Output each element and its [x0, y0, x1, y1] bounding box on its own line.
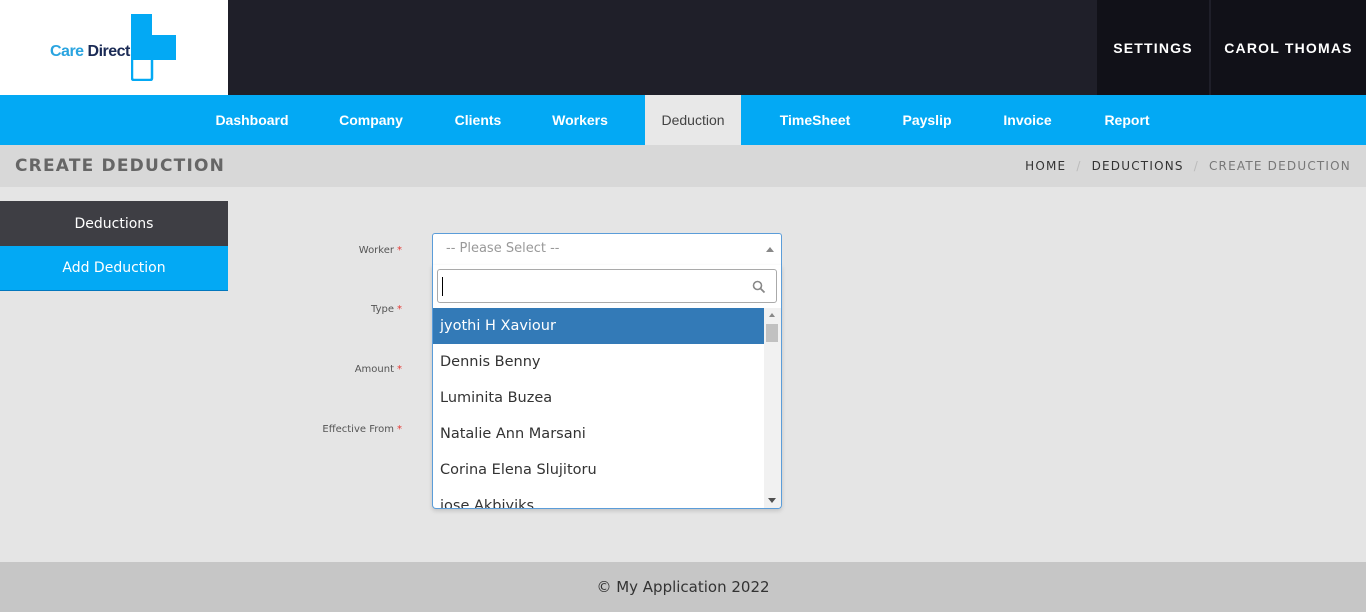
top-header: Care Direct SETTINGS CAROL THOMAS — [0, 0, 1366, 95]
type-label-text: Type — [371, 304, 394, 315]
worker-select-placeholder: -- Please Select -- — [446, 241, 560, 256]
nav-report[interactable]: Report — [1095, 95, 1159, 145]
type-label: Type * — [371, 304, 402, 315]
worker-dropdown: jyothi H Xaviour Dennis Benny Luminita B… — [432, 265, 782, 509]
breadcrumb: HOME / DEDUCTIONS / CREATE DEDUCTION — [1025, 159, 1351, 173]
chevron-up-icon — [766, 247, 774, 252]
effective-from-label-text: Effective From — [322, 424, 394, 435]
nav-deduction[interactable]: Deduction — [645, 95, 741, 145]
nav-dashboard[interactable]: Dashboard — [208, 95, 296, 145]
worker-search-input[interactable] — [444, 270, 744, 300]
worker-option[interactable]: jose Akbiyiks — [433, 488, 764, 508]
search-icon — [752, 280, 766, 294]
sidebar-item-deductions[interactable]: Deductions — [0, 201, 228, 246]
worker-label-text: Worker — [358, 245, 394, 256]
breadcrumb-current: CREATE DEDUCTION — [1208, 159, 1351, 173]
user-menu[interactable]: CAROL THOMAS — [1211, 0, 1366, 95]
nav-company[interactable]: Company — [330, 95, 412, 145]
breadcrumb-separator: / — [1076, 159, 1082, 173]
required-marker: * — [397, 245, 402, 256]
worker-option[interactable]: Dennis Benny — [433, 344, 764, 380]
dropdown-scrollbar[interactable] — [764, 308, 781, 508]
breadcrumb-deductions[interactable]: DEDUCTIONS — [1092, 159, 1184, 173]
amount-label: Amount * — [355, 364, 402, 375]
worker-options-list: jyothi H Xaviour Dennis Benny Luminita B… — [433, 308, 764, 508]
page-title: CREATE DEDUCTION — [15, 156, 226, 176]
required-marker: * — [397, 364, 402, 375]
nav-timesheet[interactable]: TimeSheet — [770, 95, 860, 145]
breadcrumb-home[interactable]: HOME — [1025, 159, 1066, 173]
scroll-up-arrow-icon[interactable] — [769, 313, 775, 317]
required-marker: * — [397, 304, 402, 315]
text-cursor — [442, 277, 443, 296]
amount-label-text: Amount — [354, 364, 394, 375]
nav-payslip[interactable]: Payslip — [894, 95, 960, 145]
logo-text: Care Direct — [50, 43, 130, 61]
scrollbar-thumb[interactable] — [766, 324, 778, 342]
logo-text-part2: Direct — [87, 43, 131, 60]
main-nav: Dashboard Company Clients Workers Deduct… — [0, 95, 1366, 145]
worker-search-box[interactable] — [437, 269, 777, 303]
effective-from-label: Effective From * — [322, 424, 402, 435]
worker-select[interactable]: -- Please Select -- — [432, 233, 782, 265]
nav-clients[interactable]: Clients — [446, 95, 510, 145]
worker-option[interactable]: Natalie Ann Marsani — [433, 416, 764, 452]
nav-workers[interactable]: Workers — [544, 95, 616, 145]
medical-cross-icon — [131, 14, 176, 81]
required-marker: * — [397, 424, 402, 435]
worker-label: Worker * — [359, 245, 402, 256]
page-header: CREATE DEDUCTION HOME / DEDUCTIONS / CRE… — [0, 145, 1366, 187]
worker-option[interactable]: Corina Elena Slujitoru — [433, 452, 764, 488]
settings-link[interactable]: SETTINGS — [1097, 0, 1209, 95]
logo-text-part1: Care — [50, 43, 88, 60]
footer: © My Application 2022 — [0, 562, 1366, 612]
worker-option[interactable]: jyothi H Xaviour — [433, 308, 764, 344]
logo[interactable]: Care Direct — [0, 0, 228, 95]
scroll-down-arrow-icon[interactable] — [768, 498, 776, 503]
nav-invoice[interactable]: Invoice — [994, 95, 1061, 145]
worker-option[interactable]: Luminita Buzea — [433, 380, 764, 416]
breadcrumb-separator: / — [1193, 159, 1199, 173]
sidebar-item-add-deduction[interactable]: Add Deduction — [0, 246, 228, 291]
